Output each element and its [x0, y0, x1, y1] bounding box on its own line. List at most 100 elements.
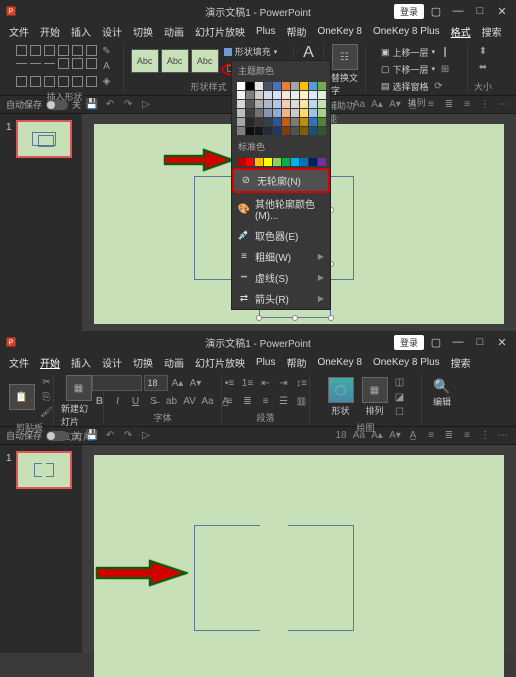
char-spacing-icon[interactable]: AV [182, 393, 198, 409]
no-outline-item[interactable]: ⊘ 无轮廓(N) [232, 168, 330, 193]
qat-decrease-font-icon[interactable]: A▾ [388, 98, 402, 112]
autosave-toggle[interactable] [46, 431, 68, 441]
justify-icon[interactable]: ☰ [276, 393, 292, 409]
qat-decrease-font-icon[interactable]: A▾ [388, 429, 402, 443]
menu-plus[interactable]: Plus [251, 24, 280, 39]
close-icon[interactable]: ✕ [492, 333, 512, 351]
columns-icon[interactable]: ▥ [294, 393, 310, 409]
qat-align-center-icon[interactable]: ≣ [442, 98, 456, 112]
redo-icon[interactable]: ↷ [121, 98, 135, 112]
qat-align-right-icon[interactable]: ≡ [460, 429, 474, 443]
resize-handle[interactable] [256, 315, 262, 321]
qat-increase-font-icon[interactable]: A▴ [370, 98, 384, 112]
alt-text-button[interactable]: ☷ 替换文字 [328, 44, 361, 97]
bold-icon[interactable]: B [92, 393, 108, 409]
rotate-icon[interactable]: ⟳ [432, 79, 446, 93]
decrease-font-icon[interactable]: A▾ [188, 375, 204, 391]
menu-transitions[interactable]: 切换 [128, 22, 158, 41]
menu-design[interactable]: 设计 [97, 22, 127, 41]
standard-color-grid[interactable] [232, 156, 330, 168]
menu-file[interactable]: 文件 [4, 353, 34, 372]
menu-home[interactable]: 开始 [35, 353, 65, 372]
italic-icon[interactable]: I [110, 393, 126, 409]
qat-bullets-icon[interactable]: ⋮ [478, 429, 492, 443]
ribbon-display-icon[interactable]: ▢ [426, 333, 446, 351]
more-colors-item[interactable]: 🎨 其他轮廓颜色(M)... [232, 193, 330, 225]
qat-font-size-icon[interactable]: 18 [334, 429, 348, 443]
numbering-icon[interactable]: 1≡ [240, 375, 256, 391]
paste-button[interactable]: 📋 [6, 384, 38, 410]
underline-icon[interactable]: U [128, 393, 144, 409]
editing-button[interactable]: 🔍 编辑 [430, 380, 454, 408]
menu-slideshow[interactable]: 幻灯片放映 [190, 22, 250, 41]
qat-align-left-icon[interactable]: ≡ [424, 429, 438, 443]
arrange-button[interactable]: ▦ 排列 [359, 377, 391, 417]
thumbnail-pane[interactable]: 1 [0, 114, 82, 331]
shape-fill-icon[interactable]: ◪ [393, 390, 407, 404]
qat-more-icon[interactable]: ⋯ [496, 429, 510, 443]
align-icon[interactable]: ⎹⎸ [438, 45, 452, 59]
minimize-icon[interactable]: — [448, 333, 468, 351]
align-right-icon[interactable]: ≡ [258, 393, 274, 409]
menu-help[interactable]: 帮助 [281, 353, 311, 372]
change-case-icon[interactable]: Aa [200, 393, 216, 409]
weight-item[interactable]: ≡ 粗细(W) ▶ [232, 246, 330, 267]
menu-animations[interactable]: 动画 [159, 22, 189, 41]
shapes-button[interactable]: ◯ 形状 [325, 377, 357, 417]
bring-forward-button[interactable]: ▣上移一层▾⎹⎸ [378, 44, 455, 60]
slide-thumbnail-1[interactable]: 1 [16, 451, 72, 489]
save-icon[interactable]: 💾 [85, 98, 99, 112]
qat-align-center-icon[interactable]: ≣ [442, 429, 456, 443]
menu-insert[interactable]: 插入 [66, 22, 96, 41]
shape-outline-icon[interactable]: ☐ [393, 405, 407, 419]
slide-thumbnail-1[interactable]: 1 [16, 120, 72, 158]
menu-onekey8[interactable]: OneKey 8 [312, 355, 366, 370]
group-icon[interactable]: ⊞ [438, 62, 452, 76]
menu-onekey8[interactable]: OneKey 8 [312, 24, 366, 39]
increase-font-icon[interactable]: A▴ [170, 375, 186, 391]
shape-style-3[interactable]: Abc [191, 49, 219, 73]
shape-bracket-right[interactable] [288, 525, 354, 631]
shape-bracket-left[interactable] [194, 525, 260, 631]
size-height-icon[interactable]: ⬍ [476, 44, 490, 58]
undo-icon[interactable]: ↶ [103, 98, 117, 112]
qat-bullets-icon[interactable]: ⋮ [478, 98, 492, 112]
start-from-beginning-icon[interactable]: ▷ [139, 429, 153, 443]
qat-align-left-icon[interactable]: ≡ [424, 98, 438, 112]
align-left-icon[interactable]: ≡ [222, 393, 238, 409]
ribbon-display-icon[interactable]: ▢ [426, 2, 446, 20]
size-width-icon[interactable]: ⬌ [476, 60, 490, 74]
qat-font-color-icon[interactable]: A̲ [406, 429, 420, 443]
shape-style-1[interactable]: Abc [131, 49, 159, 73]
resize-handle[interactable] [292, 315, 298, 321]
textbox-icon[interactable]: A [100, 59, 114, 73]
strike-icon[interactable]: S̶ [146, 393, 162, 409]
menu-onekey8plus[interactable]: OneKey 8 Plus [368, 355, 445, 370]
eyedropper-item[interactable]: 💉 取色器(E) [232, 225, 330, 246]
undo-icon[interactable]: ↶ [103, 429, 117, 443]
menu-help[interactable]: 帮助 [281, 22, 311, 41]
menu-file[interactable]: 文件 [4, 22, 34, 41]
line-spacing-icon[interactable]: ↕≡ [294, 375, 310, 391]
menu-plus[interactable]: Plus [251, 355, 280, 370]
menu-slideshow[interactable]: 幻灯片放映 [190, 353, 250, 372]
qat-align-right-icon[interactable]: ≡ [460, 98, 474, 112]
merge-shapes-icon[interactable]: ◈ [100, 74, 114, 88]
theme-color-grid[interactable] [232, 80, 330, 137]
close-icon[interactable]: ✕ [492, 2, 512, 20]
shape-gallery[interactable] [16, 45, 98, 87]
indent-right-icon[interactable]: ⇥ [276, 375, 292, 391]
font-family-select[interactable] [92, 375, 142, 391]
menu-search[interactable]: 搜索 [477, 22, 507, 41]
send-backward-button[interactable]: ▢下移一层▾⊞ [378, 61, 455, 77]
start-from-beginning-icon[interactable]: ▷ [139, 98, 153, 112]
login-button[interactable]: 登录 [394, 335, 424, 350]
resize-handle[interactable] [328, 315, 334, 321]
arrows-item[interactable]: ⇄ 箭头(R) ▶ [232, 288, 330, 309]
font-size-select[interactable]: 18 [144, 375, 168, 391]
maximize-icon[interactable]: □ [470, 2, 490, 20]
copy-icon[interactable]: ⎘ [40, 390, 54, 404]
thumbnail-pane[interactable]: 1 [0, 445, 82, 653]
menu-insert[interactable]: 插入 [66, 353, 96, 372]
menu-format[interactable]: 格式 [446, 22, 476, 41]
